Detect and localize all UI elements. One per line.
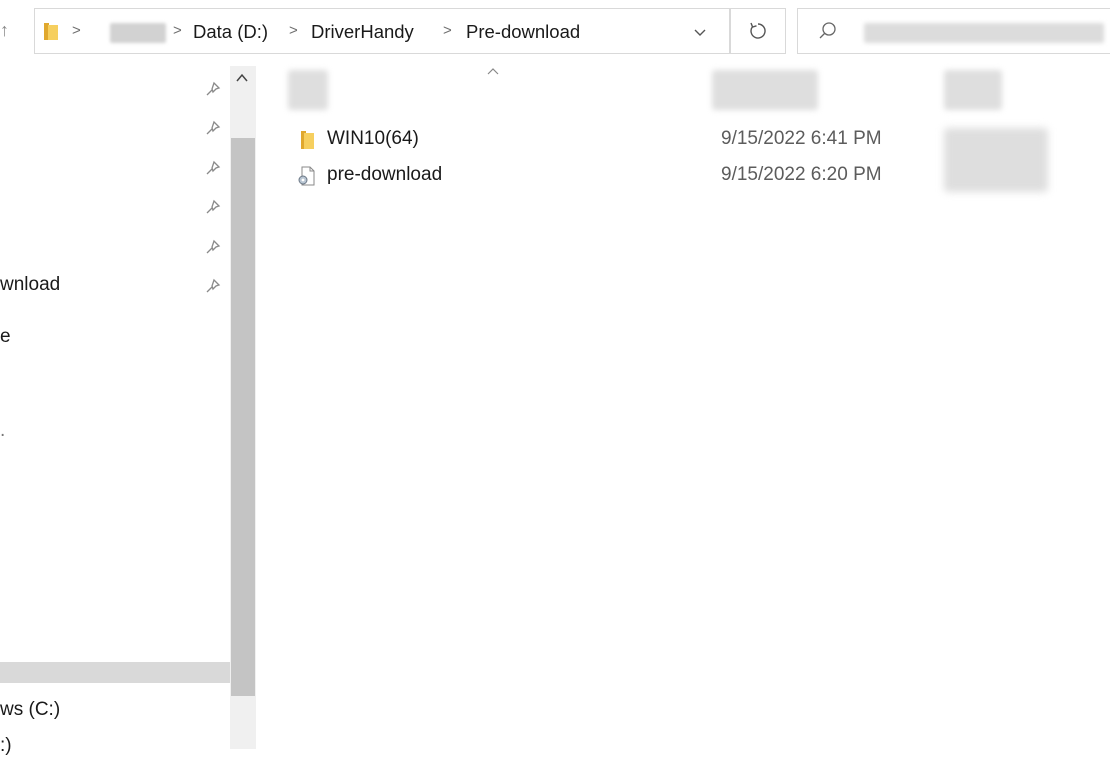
pin-icon[interactable]: [204, 238, 222, 256]
settings-file-icon: [298, 166, 315, 186]
navigation-pane: [0, 66, 230, 749]
up-arrow-icon[interactable]: ↑: [0, 20, 9, 41]
nav-item-partial[interactable]: e: [0, 326, 11, 348]
column-header-name[interactable]: [288, 70, 328, 110]
breadcrumb-separator-icon[interactable]: >: [173, 22, 182, 39]
pin-icon[interactable]: [204, 159, 222, 177]
pin-icon[interactable]: [204, 119, 222, 137]
scroll-up-icon[interactable]: [233, 70, 251, 86]
file-name[interactable]: pre-download: [327, 164, 442, 186]
nav-scrollbar-thumb[interactable]: [231, 138, 255, 696]
nav-item-partial[interactable]: .: [0, 420, 5, 442]
breadcrumb-separator-icon[interactable]: >: [289, 22, 298, 39]
breadcrumb-drive[interactable]: Data (D:): [193, 21, 268, 43]
list-item[interactable]: pre-download 9/15/2022 6:20 PM: [290, 162, 1050, 192]
nav-item-windows-c[interactable]: ws (C:): [0, 699, 60, 721]
pin-icon[interactable]: [204, 80, 222, 98]
chevron-down-icon[interactable]: [691, 23, 709, 41]
folder-icon: [301, 131, 314, 149]
nav-item-selected[interactable]: [0, 662, 230, 683]
folder-icon: [44, 23, 58, 40]
address-toolbar: ↑ > > Data (D:) > DriverHandy > Pre-down…: [0, 0, 1110, 66]
file-name[interactable]: WIN10(64): [327, 128, 419, 150]
list-item[interactable]: WIN10(64) 9/15/2022 6:41 PM: [290, 126, 1050, 156]
pin-icon[interactable]: [204, 198, 222, 216]
breadcrumb-pre-download[interactable]: Pre-download: [466, 21, 580, 43]
pin-icon[interactable]: [204, 277, 222, 295]
file-date-modified: 9/15/2022 6:20 PM: [721, 164, 882, 185]
column-header-date-modified[interactable]: [712, 70, 818, 110]
breadcrumb-separator-icon[interactable]: >: [443, 22, 452, 39]
sort-ascending-icon[interactable]: [486, 66, 500, 76]
file-date-modified: 9/15/2022 6:41 PM: [721, 128, 882, 149]
breadcrumb-redacted[interactable]: [110, 23, 166, 43]
search-icon: [819, 22, 836, 39]
column-header-type[interactable]: [944, 70, 1002, 110]
file-type-redacted: [944, 128, 1048, 192]
address-bar[interactable]: > > Data (D:) > DriverHandy > Pre-downlo…: [34, 8, 730, 54]
nav-item-selected-label[interactable]: :): [0, 735, 12, 757]
refresh-icon: [750, 22, 766, 39]
nav-item-download[interactable]: wnload: [0, 274, 60, 296]
refresh-button[interactable]: [730, 8, 786, 54]
search-input[interactable]: [797, 8, 1110, 54]
search-placeholder-redacted: [864, 23, 1104, 43]
breadcrumb-driverhandy[interactable]: DriverHandy: [311, 21, 414, 43]
breadcrumb-separator-icon[interactable]: >: [72, 22, 81, 39]
